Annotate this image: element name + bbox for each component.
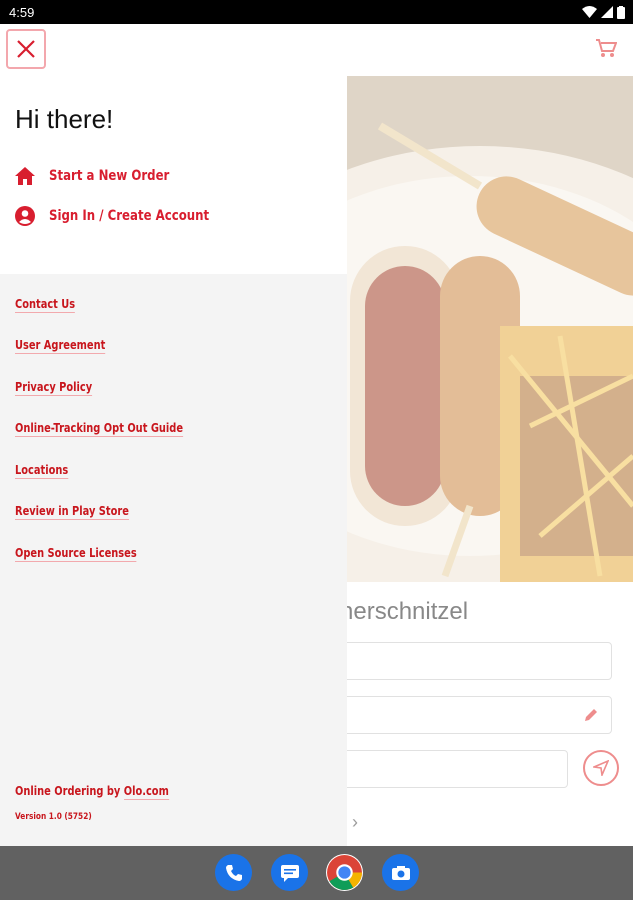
version-text: Version 1.0 (5752)	[15, 812, 92, 822]
close-drawer-button[interactable]	[6, 29, 46, 69]
signal-icon	[601, 6, 613, 18]
review-play-store-link[interactable]: Review in Play Store	[15, 504, 129, 520]
system-nav-bar	[0, 846, 633, 900]
tracking-opt-out-link[interactable]: Online-Tracking Opt Out Guide	[15, 421, 183, 437]
privacy-policy-link[interactable]: Privacy Policy	[15, 380, 93, 396]
battery-icon	[617, 5, 625, 19]
user-agreement-link[interactable]: User Agreement	[15, 338, 106, 354]
contact-us-link[interactable]: Contact Us	[15, 297, 76, 313]
locations-link[interactable]: Locations	[15, 463, 69, 479]
powered-by-text: Online Ordering by Olo.com	[15, 784, 169, 800]
messages-icon[interactable]	[271, 854, 308, 891]
start-new-order-label: Start a New Order	[49, 168, 170, 184]
olo-link[interactable]: Olo.com	[123, 784, 169, 800]
status-time: 4:59	[9, 4, 35, 20]
close-icon	[17, 40, 35, 58]
home-icon	[15, 167, 35, 185]
status-bar: 4:59	[0, 0, 633, 24]
status-icons	[582, 5, 625, 19]
account-circle-icon	[15, 206, 35, 226]
chrome-icon[interactable]	[326, 854, 363, 891]
camera-icon[interactable]	[382, 854, 419, 891]
open-source-licenses-link[interactable]: Open Source Licenses	[15, 546, 137, 562]
wifi-icon	[582, 6, 597, 18]
sign-in-link[interactable]: Sign In / Create Account	[15, 206, 240, 226]
sign-in-label: Sign In / Create Account	[49, 208, 210, 224]
phone-icon[interactable]	[215, 854, 252, 891]
greeting-heading: Hi there!	[15, 104, 114, 134]
powered-by-prefix: Online Ordering by	[15, 784, 124, 798]
drawer-header-section: Hi there! Start a New Order Sign In / Cr…	[0, 24, 347, 274]
navigation-drawer: Hi there! Start a New Order Sign In / Cr…	[0, 24, 347, 846]
start-new-order-link[interactable]: Start a New Order	[15, 167, 192, 185]
